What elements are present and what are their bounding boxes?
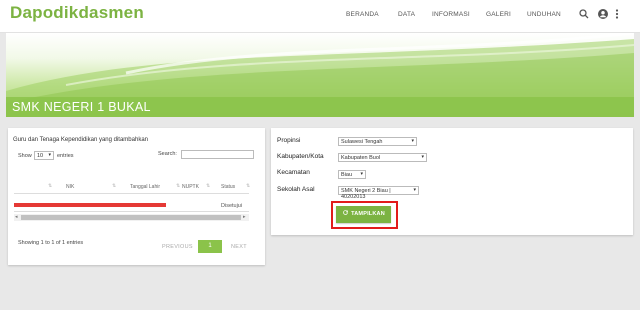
entries-select[interactable]: 10 ▾ — [34, 151, 54, 160]
scroll-right-icon[interactable]: ▸ — [243, 214, 246, 220]
table-title: Guru dan Tenaga Kependidikan yang ditamb… — [13, 137, 148, 143]
sort-icon[interactable]: ⇅ — [112, 183, 116, 189]
sekolah-label: Sekolah Asal — [277, 186, 315, 193]
col-tanggal-lahir[interactable]: Tanggal Lahir — [130, 184, 160, 190]
scrollbar-thumb[interactable] — [21, 215, 241, 220]
brand-logo[interactable]: Dapodikdasmen — [10, 3, 144, 23]
sort-icon[interactable]: ⇅ — [206, 183, 210, 189]
pagination-next[interactable]: NEXT — [231, 244, 247, 250]
chevron-down-icon: ▾ — [411, 138, 414, 144]
kecamatan-label: Kecamatan — [277, 169, 310, 176]
kabupaten-select[interactable]: Kabupaten Buol ▾ — [338, 153, 427, 162]
entries-value: 10 — [37, 153, 44, 159]
account-circle-icon[interactable] — [597, 8, 609, 20]
table-info: Showing 1 to 1 of 1 entries — [18, 240, 84, 246]
chevron-down-icon: ▾ — [413, 187, 416, 193]
hero-banner: SMK NEGERI 1 BUKAL — [6, 33, 634, 117]
sekolah-select[interactable]: SMK Negeri 2 Biau | 40202013 ▾ — [338, 186, 419, 200]
show-label: Show — [18, 153, 32, 159]
col-nik[interactable]: NIK — [66, 184, 74, 190]
kabupaten-label: Kabupaten/Kota — [277, 153, 324, 160]
kecamatan-value: Biau — [341, 172, 353, 178]
school-name-bar: SMK NEGERI 1 BUKAL — [6, 97, 634, 117]
row-divider — [14, 211, 249, 212]
chevron-down-icon: ▾ — [360, 171, 363, 177]
chevron-down-icon: ▾ — [48, 152, 51, 158]
nav-data[interactable]: DATA — [398, 11, 415, 18]
col-nuptk[interactable]: NUPTK — [182, 184, 199, 190]
nav-beranda[interactable]: BERANDA — [346, 11, 379, 18]
propinsi-label: Propinsi — [277, 137, 301, 144]
nav-unduhan[interactable]: UNDUHAN — [527, 11, 561, 18]
entries-label: entries — [57, 153, 74, 159]
propinsi-value: Sulawesi Tengah — [341, 139, 383, 145]
nav-informasi[interactable]: INFORMASI — [432, 11, 470, 18]
row-status: Disetujui — [221, 203, 243, 209]
nav-galeri[interactable]: GALERI — [486, 11, 511, 18]
pagination-page-1[interactable]: 1 — [198, 240, 222, 253]
kecamatan-select[interactable]: Biau ▾ — [338, 170, 366, 179]
header-divider — [14, 193, 249, 194]
highlight-annotation-box — [331, 201, 398, 229]
sort-icon[interactable]: ⇅ — [246, 183, 250, 189]
col-status[interactable]: Status — [221, 184, 235, 190]
top-app-bar: Dapodikdasmen BERANDA DATA INFORMASI GAL… — [0, 0, 640, 33]
sort-icon[interactable]: ⇅ — [48, 183, 52, 189]
scroll-left-icon[interactable]: ◂ — [15, 214, 18, 220]
sort-icon[interactable]: ⇅ — [176, 183, 180, 189]
search-label: Search: — [158, 151, 177, 157]
redacted-row-data — [14, 203, 166, 207]
search-input[interactable] — [181, 150, 254, 159]
chevron-down-icon: ▾ — [421, 154, 424, 160]
propinsi-select[interactable]: Sulawesi Tengah ▾ — [338, 137, 417, 146]
pagination-previous[interactable]: PREVIOUS — [162, 244, 193, 250]
more-vert-icon[interactable] — [611, 8, 623, 20]
search-icon[interactable] — [578, 8, 590, 20]
filter-card — [271, 128, 633, 235]
kabupaten-value: Kabupaten Buol — [341, 155, 381, 161]
school-name: SMK NEGERI 1 BUKAL — [12, 100, 151, 114]
